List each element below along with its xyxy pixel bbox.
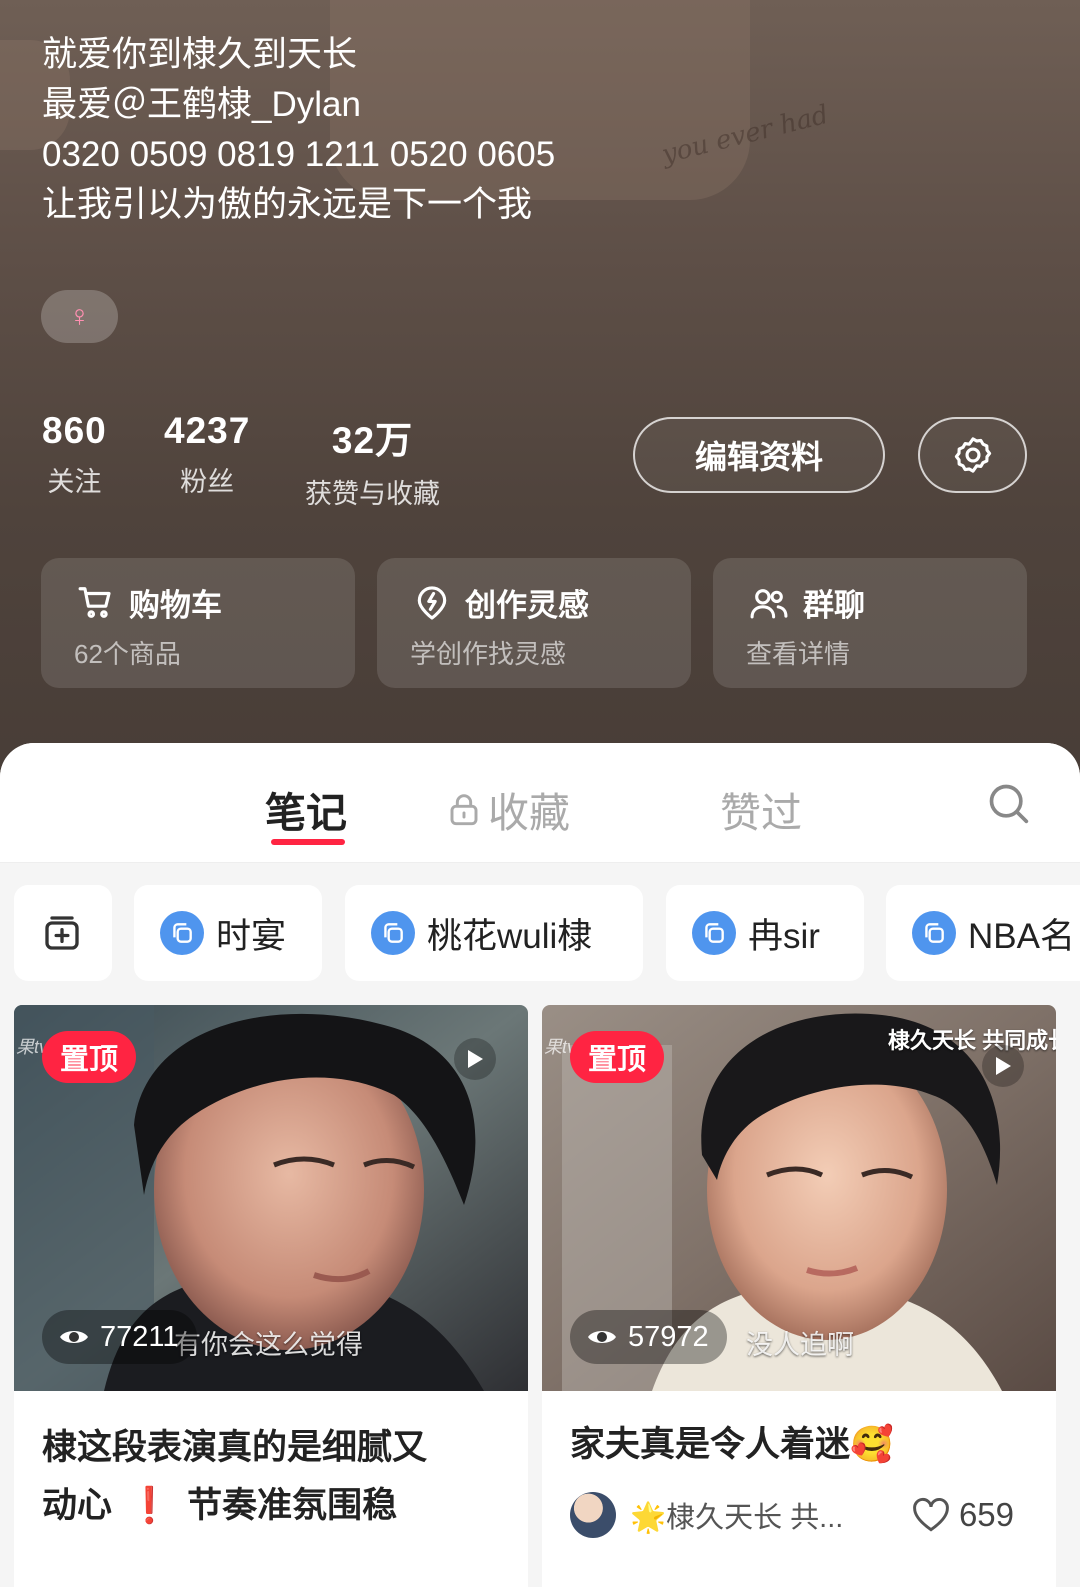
group-chat-icon xyxy=(750,588,788,618)
card-subtitle: 学创作找灵感 xyxy=(410,639,567,669)
collection-icon xyxy=(371,911,415,955)
card-title-row: 群聊 xyxy=(749,580,865,625)
collection-label: 冉sir xyxy=(748,916,820,956)
note-card[interactable]: 果tv 置顶 有你会这么觉得 77211 棣这段表演真的是细腻又 动心 ❗ 节奏… xyxy=(14,1005,528,1587)
like-count: 659 xyxy=(958,1496,1014,1533)
add-collection-button[interactable] xyxy=(14,885,112,981)
note-title: 棣这段表演真的是细腻又 动心 ❗ 节奏准氛围稳 xyxy=(42,1419,502,1535)
stat-value: 4237 xyxy=(164,410,251,451)
group-chat-card[interactable]: 群聊 查看详情 xyxy=(713,558,1027,688)
gender-badge: ♀ xyxy=(41,290,118,343)
card-title: 创作灵感 xyxy=(465,588,589,623)
video-subtitle: 没人追啊 xyxy=(746,1330,854,1360)
view-count: 77211 xyxy=(42,1310,197,1364)
tab-notes[interactable]: 笔记 xyxy=(265,779,347,839)
active-tab-indicator xyxy=(271,839,345,845)
collection-chip[interactable]: 冉sir xyxy=(666,885,864,981)
overlay-text: 棣久天长 共同成长 xyxy=(888,1028,1056,1053)
inspiration-card[interactable]: 创作灵感 学创作找灵感 xyxy=(377,558,691,688)
collection-chip[interactable]: 时宴 xyxy=(134,885,322,981)
note-title-part: 节奏准氛围稳 xyxy=(187,1486,398,1525)
exclamation-icon: ❗ xyxy=(127,1486,172,1525)
video-indicator xyxy=(982,1045,1024,1087)
female-icon: ♀ xyxy=(68,299,91,333)
play-icon xyxy=(468,1050,483,1068)
eye-icon xyxy=(60,1331,88,1343)
cart-icon xyxy=(78,586,111,618)
author-name[interactable]: 🌟棣久天长 共... xyxy=(630,1494,843,1536)
collection-chip[interactable]: NBA名 xyxy=(886,885,1080,981)
note-cover-image[interactable]: 果tv 棣久天长 共同成长 置顶 没人追啊 57972 xyxy=(542,1005,1056,1391)
stat-label: 关注 xyxy=(47,467,102,497)
card-title-row: 购物车 xyxy=(77,580,222,625)
edit-profile-button[interactable]: 编辑资料 xyxy=(633,417,885,493)
like-button[interactable]: 659 xyxy=(911,1485,1014,1545)
card-title-row: 创作灵感 xyxy=(413,580,589,625)
content-sheet: 笔记 收藏 赞过 时宴 桃花wuli棣 冉sir NBA名 果tv 置顶 有你会… xyxy=(0,743,1080,1587)
bio-line[interactable]: 最爱＠王鹤棣_Dylan xyxy=(42,80,555,130)
pinned-badge: 置顶 xyxy=(570,1031,665,1083)
collection-icon xyxy=(692,911,736,955)
card-subtitle: 查看详情 xyxy=(746,639,851,669)
inspiration-icon xyxy=(417,585,447,620)
gear-icon xyxy=(954,437,991,473)
settings-button[interactable] xyxy=(918,417,1027,493)
stat-value: 32万 xyxy=(331,420,414,461)
stat-likes-collections[interactable]: 32万 获赞与收藏 xyxy=(305,410,440,511)
bio-line: 0320 0509 0819 1211 0520 0605 xyxy=(42,135,556,174)
stat-label: 粉丝 xyxy=(180,467,235,497)
view-count-value: 57972 xyxy=(628,1320,709,1353)
collection-label: 时宴 xyxy=(216,916,287,956)
note-title-line: 棣这段表演真的是细腻又 xyxy=(42,1428,428,1467)
note-cover-image[interactable]: 果tv 置顶 有你会这么觉得 77211 xyxy=(14,1005,528,1391)
pinned-badge: 置顶 xyxy=(42,1031,137,1083)
shopping-cart-card[interactable]: 购物车 62个商品 xyxy=(41,558,355,688)
add-collection-icon xyxy=(45,916,79,950)
stat-followers[interactable]: 4237 粉丝 xyxy=(164,410,250,499)
profile-header: you ever had 就爱你到棣久到天长 最爱＠王鹤棣_Dylan 0320… xyxy=(0,0,1080,790)
tab-liked[interactable]: 赞过 xyxy=(720,779,802,839)
lock-icon xyxy=(450,794,478,826)
video-indicator xyxy=(454,1038,496,1080)
profile-bio: 就爱你到棣久到天长 最爱＠王鹤棣_Dylan 0320 0509 0819 12… xyxy=(42,30,555,230)
note-meta: 🌟棣久天长 共... 659 xyxy=(570,1485,1040,1545)
collection-chip[interactable]: 桃花wuli棣 xyxy=(345,885,643,981)
collection-label: NBA名 xyxy=(968,916,1075,956)
tab-label: 收藏 xyxy=(488,790,570,836)
card-title: 购物车 xyxy=(129,588,222,623)
card-subtitle: 62个商品 xyxy=(74,639,181,669)
search-icon xyxy=(989,784,1029,824)
view-count-value: 77211 xyxy=(100,1320,179,1353)
heart-icon xyxy=(913,1497,949,1532)
collection-label: 桃花wuli棣 xyxy=(427,916,593,956)
collection-icon xyxy=(912,911,956,955)
bio-line: 让我引以为傲的永远是下一个我 xyxy=(42,185,533,224)
avatar[interactable] xyxy=(570,1492,616,1538)
stat-value: 860 xyxy=(42,410,107,451)
tab-favorites[interactable]: 收藏 xyxy=(448,779,570,839)
note-card[interactable]: 果tv 棣久天长 共同成长 置顶 没人追啊 57972 家夫真是令人着迷🥰 🌟棣… xyxy=(542,1005,1056,1587)
view-count: 57972 xyxy=(570,1310,727,1364)
play-icon xyxy=(996,1057,1011,1075)
card-title: 群聊 xyxy=(803,588,865,623)
stat-label: 获赞与收藏 xyxy=(305,479,440,509)
collections-row: 时宴 桃花wuli棣 冉sir NBA名 xyxy=(0,863,1080,1003)
note-title-part: 动心 xyxy=(42,1486,113,1525)
search-button[interactable] xyxy=(986,781,1030,830)
eye-icon xyxy=(588,1331,616,1343)
collection-icon xyxy=(160,911,204,955)
bio-line: 就爱你到棣久到天长 xyxy=(42,35,358,74)
note-title: 家夫真是令人着迷🥰 xyxy=(570,1425,894,1464)
stat-following[interactable]: 860 关注 xyxy=(42,410,107,499)
note-title-line: 动心 ❗ 节奏准氛围稳 xyxy=(42,1477,502,1535)
tab-bar: 笔记 收藏 赞过 xyxy=(0,743,1080,863)
video-subtitle: 有你会这么觉得 xyxy=(174,1330,363,1360)
